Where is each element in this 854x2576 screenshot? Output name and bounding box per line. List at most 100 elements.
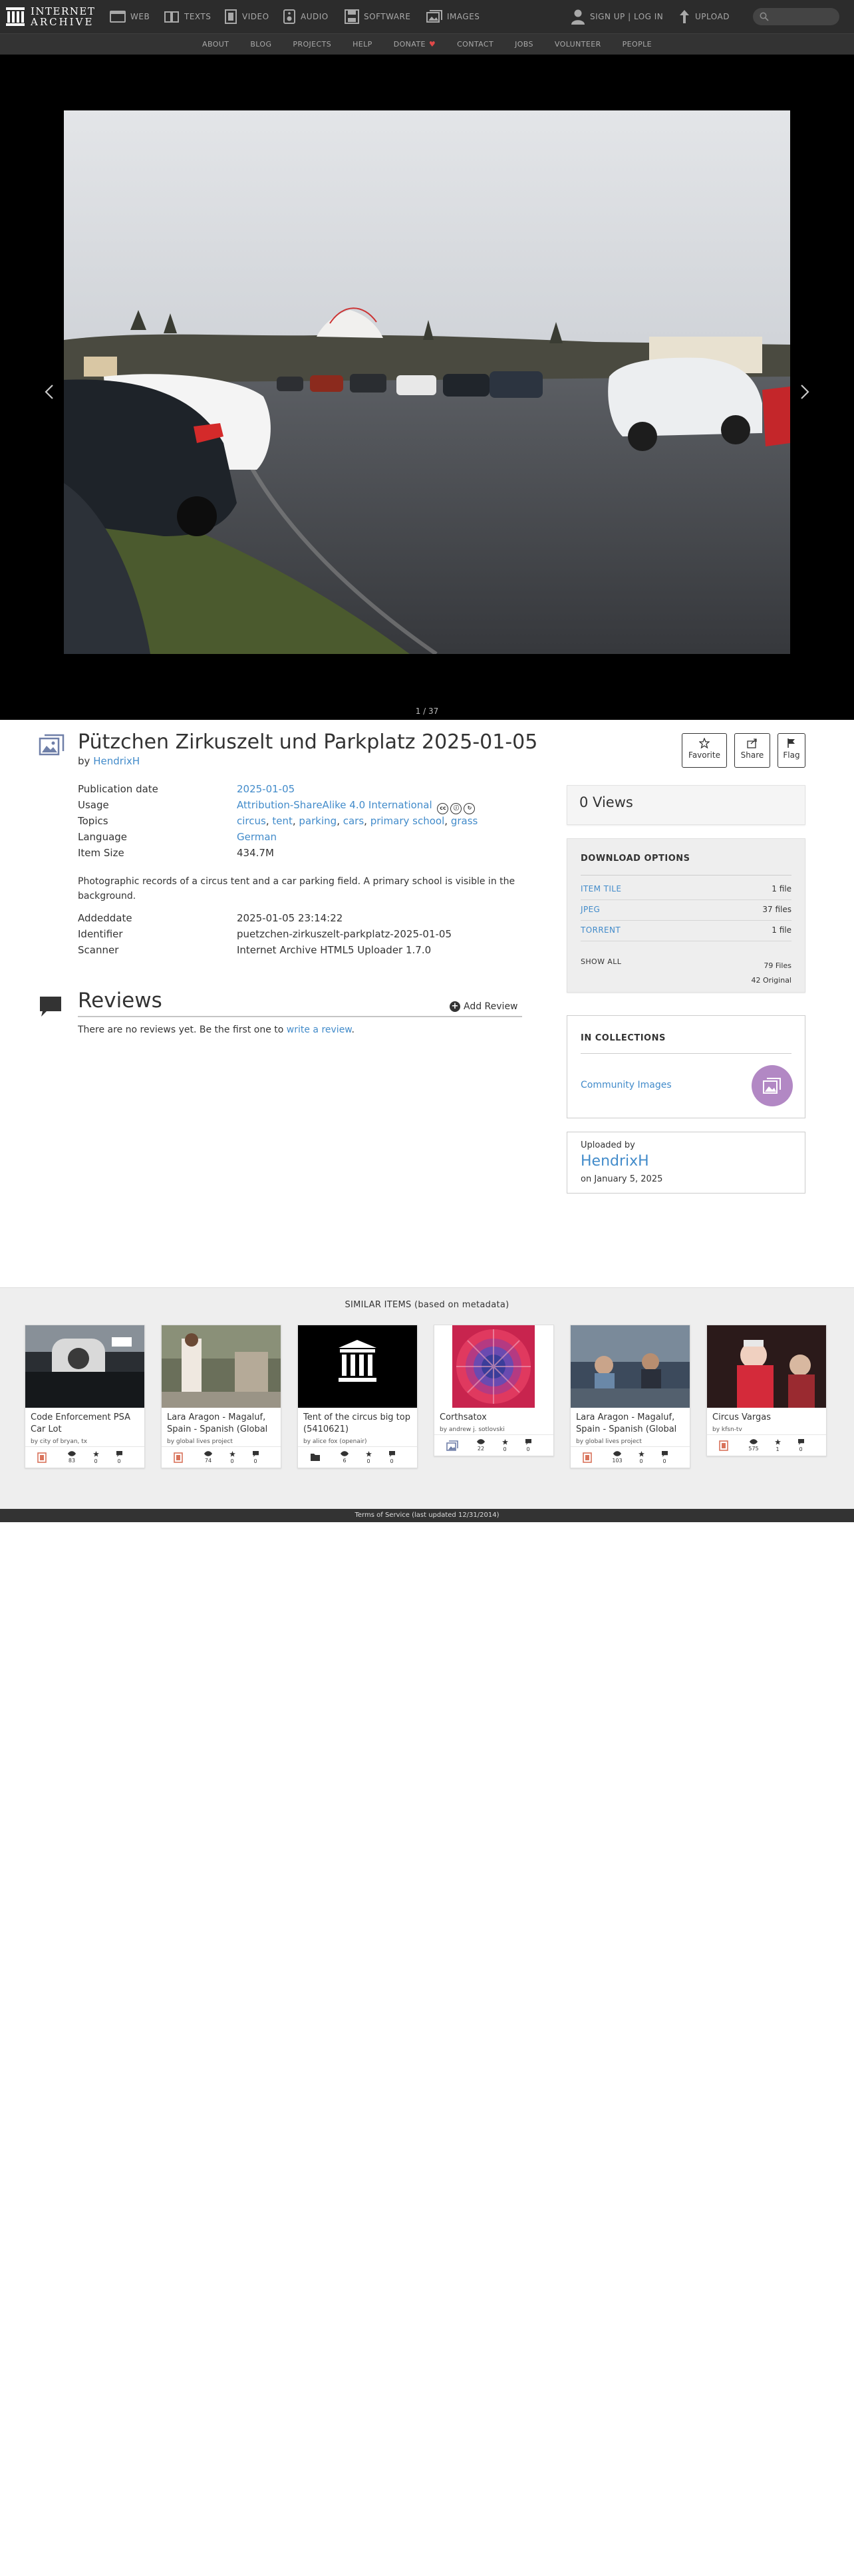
similar-item-tile[interactable]: Corthsatox by andrew j. sotlovski 22 0 0 [434, 1325, 554, 1456]
favs-count: 0 [639, 1458, 643, 1464]
topic-link[interactable]: circus [237, 815, 266, 827]
reviews-count: 0 [390, 1458, 394, 1464]
speech-bubble-icon [40, 997, 61, 1017]
signup-login-link[interactable]: SIGN UP | LOG IN [571, 8, 663, 25]
upload-link[interactable]: UPLOAD [678, 8, 730, 25]
reviews-stat: 0 [247, 1448, 263, 1464]
tile-title: Lara Aragon - Magaluf, Spain - Spanish (… [576, 1412, 677, 1434]
meta-value: 2025-01-05 23:14:22 [237, 912, 343, 924]
views-count: 74 [204, 1458, 212, 1464]
nav-web[interactable]: WEB [110, 8, 150, 25]
nav-software-label: SOFTWARE [364, 12, 411, 21]
nav-audio[interactable]: AUDIO [283, 8, 329, 25]
show-all-link[interactable]: SHOW ALL [581, 957, 621, 966]
similar-item-tile[interactable]: Circus Vargas by kfsn-tv 575 1 0 [706, 1325, 827, 1456]
subnav-contact[interactable]: CONTACT [457, 40, 494, 49]
collection-link[interactable]: Community Images [581, 1080, 672, 1090]
collections-box: IN COLLECTIONS Community Images [567, 1015, 805, 1118]
uploader-link[interactable]: HendrixH [581, 1153, 649, 1170]
favs-count: 0 [366, 1458, 370, 1464]
next-arrow-icon[interactable] [794, 382, 814, 402]
film-icon [225, 9, 237, 24]
footer-terms-link[interactable]: Terms of Service (last updated 12/31/201… [0, 1509, 854, 1522]
download-file-count: 1 file [772, 884, 791, 893]
meta-key: Usage [78, 799, 109, 811]
similar-item-tile[interactable]: Code Enforcement PSA Car Lot by city of … [25, 1325, 145, 1468]
subnav-volunteer[interactable]: VOLUNTEER [555, 40, 601, 49]
item-title: Pützchen Zirkuszelt und Parkplatz 2025-0… [78, 730, 538, 754]
tile-creator: by alice fox (openair) [303, 1438, 367, 1445]
nav-video[interactable]: VIDEO [224, 8, 269, 25]
files-total: 79 Files [764, 961, 791, 970]
prev-arrow-icon[interactable] [40, 382, 60, 402]
image-mediatype-icon [39, 734, 65, 756]
nav-images-label: IMAGES [447, 12, 480, 21]
search-input[interactable] [753, 8, 839, 25]
main-photo[interactable] [64, 110, 790, 654]
search-icon [760, 12, 769, 21]
tile-title: Corthsatox [440, 1412, 487, 1422]
similar-items-section: SIMILAR ITEMS (based on metadata) Code E… [0, 1287, 854, 1509]
uploader-box: Uploaded by HendrixH on January 5, 2025 [567, 1132, 805, 1194]
share-button[interactable]: Share [734, 733, 770, 768]
tile-thumbnail [434, 1325, 553, 1408]
upload-icon [680, 10, 689, 23]
similar-item-tile[interactable]: Lara Aragon - Magaluf, Spain - Spanish (… [161, 1325, 281, 1468]
files-original: 42 Original [751, 976, 791, 985]
nav-images[interactable]: IMAGES [426, 8, 480, 25]
subnav-projects[interactable]: PROJECTS [293, 40, 331, 49]
flag-label: Flag [783, 750, 800, 760]
image-viewer: 1 / 37 [0, 55, 854, 720]
favorite-button[interactable]: Favorite [682, 733, 727, 768]
topic-link[interactable]: parking [299, 815, 337, 827]
views-stat: 83 [64, 1448, 80, 1464]
nav-texts[interactable]: TEXTS [164, 8, 211, 25]
topic-link[interactable]: grass [451, 815, 478, 827]
collection-thumbnail[interactable] [752, 1065, 793, 1106]
topic-link[interactable]: primary school [370, 815, 445, 827]
license-link[interactable]: Attribution-ShareAlike 4.0 International [237, 799, 432, 811]
subnav-jobs[interactable]: JOBS [515, 40, 533, 49]
cc-license-icons[interactable]: cc ⓘ ↻ [437, 803, 477, 814]
subnav-about[interactable]: ABOUT [202, 40, 229, 49]
comment-icon [797, 1439, 804, 1445]
language-link[interactable]: German [237, 831, 277, 843]
download-format-link[interactable]: JPEG [581, 905, 600, 914]
no-reviews-message: There are no reviews yet. Be the first o… [78, 1025, 355, 1035]
subnav-help[interactable]: HELP [353, 40, 372, 49]
comment-icon [116, 1451, 122, 1457]
download-format-link[interactable]: ITEM TILE [581, 884, 621, 893]
logo-line-2: ARCHIVE [31, 16, 94, 28]
eye-icon [477, 1439, 485, 1444]
subnav-donate[interactable]: DONATE ♥ [394, 40, 436, 49]
topic-link[interactable]: cars [343, 815, 364, 827]
download-format-link[interactable]: TORRENT [581, 925, 621, 935]
creator-link[interactable]: HendrixH [93, 755, 140, 767]
subnav-people[interactable]: PEOPLE [623, 40, 652, 49]
logo-line-1: INTERNET [31, 5, 96, 17]
eye-icon [341, 1451, 349, 1456]
tile-thumbnail [571, 1325, 690, 1408]
subnav-blog[interactable]: BLOG [250, 40, 271, 49]
upload-label: UPLOAD [695, 12, 730, 21]
download-row: TORRENT 1 file [581, 921, 791, 941]
byline-prefix: by [78, 755, 90, 767]
star-icon [774, 1439, 781, 1445]
views-stat: 103 [609, 1448, 625, 1464]
flag-button[interactable]: Flag [778, 733, 805, 768]
views-count: 83 [68, 1458, 76, 1464]
nav-software[interactable]: SOFTWARE [345, 8, 410, 25]
images-icon [426, 10, 442, 23]
photo-scene [64, 110, 790, 654]
signup-login-label: SIGN UP | LOG IN [590, 12, 664, 21]
download-file-count: 37 files [762, 905, 791, 914]
write-review-link[interactable]: write a review [287, 1025, 352, 1035]
add-review-button[interactable]: + Add Review [450, 1001, 518, 1012]
archive-building-icon [298, 1325, 417, 1408]
similar-item-tile[interactable]: Tent of the circus big top (5410621) by … [297, 1325, 418, 1468]
ia-logo[interactable]: INTERNET ARCHIVE [5, 5, 98, 28]
similar-item-tile[interactable]: Lara Aragon - Magaluf, Spain - Spanish (… [570, 1325, 690, 1468]
reviews-stat: 0 [656, 1448, 672, 1464]
topic-link[interactable]: tent [272, 815, 293, 827]
pubdate-link[interactable]: 2025-01-05 [237, 783, 295, 795]
